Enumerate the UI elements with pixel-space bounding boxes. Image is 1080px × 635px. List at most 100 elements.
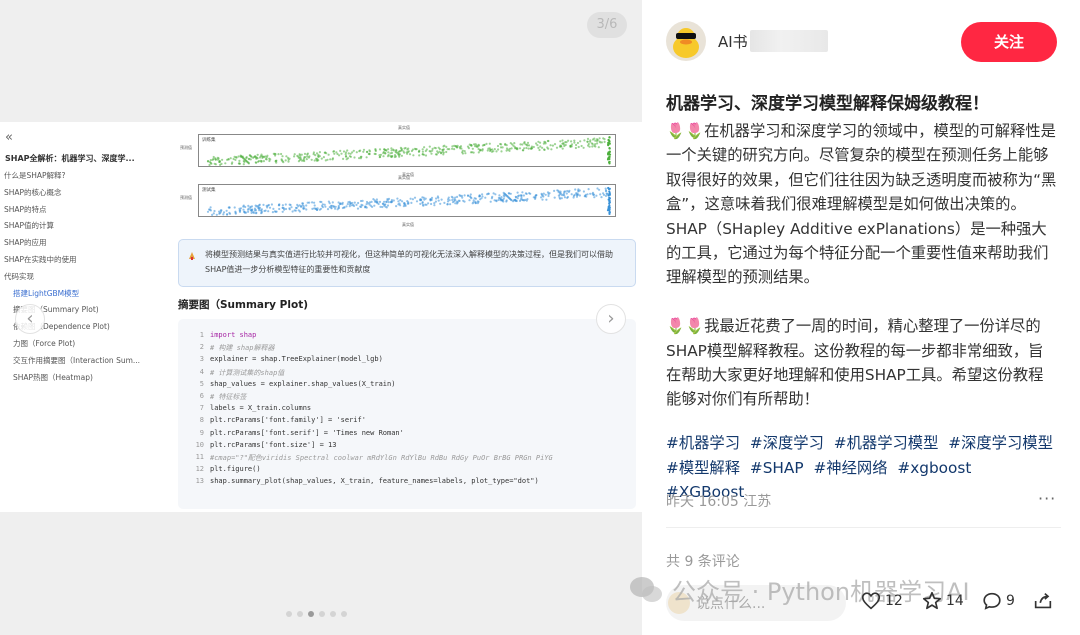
scatter-point [208,208,211,211]
scatter-point [593,196,596,199]
scatter-point [550,148,553,151]
scatter-point [516,148,519,151]
toc-item[interactable]: SHAP热图（Heatmap) [4,372,154,389]
code-line: 10 plt.rcParams['font.size'] = 13 [192,441,636,453]
comment-button[interactable]: 9 [981,590,1015,612]
scatter-point [435,153,438,156]
author-name[interactable]: AI书 [718,31,748,52]
scatter-point [293,155,296,158]
more-options-icon[interactable]: ··· [1038,489,1056,508]
code-text: labels = X_train.columns [210,404,312,413]
code-text: plt.figure() [210,465,261,474]
plot-title: 真实值 [398,125,410,130]
scatter-point [305,208,308,211]
toc-item[interactable]: 什么是SHAP解释? [4,170,154,187]
scatter-point [211,158,214,161]
scatter-point [557,194,560,197]
scatter-point [397,203,400,206]
toc-item[interactable]: SHAP的特点 [4,204,154,221]
pagination-dot[interactable] [308,611,314,617]
scatter-point [433,202,436,205]
hashtag-link[interactable]: #深度学习模型 [948,434,1053,452]
toc-item[interactable]: SHAP的应用 [4,237,154,254]
scatter-point [582,190,585,193]
scatter-point [321,203,324,206]
plot-ylabel: 预测值 [180,195,192,200]
scatter-point [285,155,288,158]
scatter-point [256,153,259,156]
hashtag-link[interactable]: #神经网络 [813,459,887,477]
scatter-point [521,199,525,202]
scatter-point [562,143,565,146]
scatter-point [288,157,291,160]
scatter-point [481,193,484,196]
scatter-point [471,202,474,205]
scatter-point [430,202,433,206]
scatter-point [415,200,419,203]
heart-icon [861,592,881,610]
scatter-point [545,198,548,201]
scatter-point [382,155,385,158]
next-image-button[interactable]: › [596,304,626,334]
author-avatar[interactable] [666,21,706,61]
scatter-point [358,150,361,153]
collect-button[interactable]: 14 [921,590,964,612]
scatter-point [454,145,457,148]
pagination-dot[interactable] [319,611,325,617]
scatter-point [485,142,488,145]
toc-item[interactable]: 代码实现 [4,271,154,288]
scatter-point [366,150,369,153]
toc-item[interactable]: SHAP的核心概念 [4,187,154,204]
scatter-point [222,213,225,216]
toc-item[interactable]: 搭建LightGBM模型 [4,288,154,305]
scatter-point [312,151,315,154]
toc-item[interactable]: 力图（Force Plot) [4,338,154,355]
hashtag-link[interactable]: #机器学习 [666,434,740,452]
scatter-point [421,148,424,151]
scatter-point [221,158,224,161]
hashtag-link[interactable]: #SHAP [750,459,804,477]
pagination-dot[interactable] [330,611,336,617]
scatter-point [418,150,421,153]
scatter-point [484,196,487,199]
pagination-dot[interactable] [341,611,347,617]
scatter-point [333,205,336,208]
scatter-point [559,190,562,193]
code-text: plt.rcParams['font.size'] = 13 [210,440,337,449]
scatter-point [607,194,610,197]
scatter-point [345,205,348,208]
pagination-dot[interactable] [297,611,303,617]
image-viewer[interactable]: 3/6 « SHAP全解析：机器学习、深度学... 什么是SHAP解释? SHAP… [0,0,642,635]
hashtag-link[interactable]: #深度学习 [750,434,824,452]
scatter-point [607,151,610,154]
scatter-point [297,160,300,163]
toc-item[interactable]: SHAP在实践中的使用 [4,254,154,271]
scatter-point [469,196,472,199]
like-button[interactable]: 12 [860,590,903,612]
scatter-point [206,210,210,213]
toc-item[interactable]: 交互作用摘要图（Interaction Sum... [4,355,154,372]
pagination-dot[interactable] [286,611,292,617]
toc-item[interactable]: SHAP值的计算 [4,220,154,237]
image-pagination[interactable] [286,611,347,617]
scatter-point [434,200,437,203]
scatter-point [348,155,351,158]
star-icon [922,591,942,610]
scatter-point [446,148,449,151]
scatter-point [281,160,284,163]
scatter-point [570,193,573,196]
scatter-point [234,158,237,161]
scatter-point [544,193,547,196]
scatter-point [378,148,382,151]
hashtag-link[interactable]: #模型解释 [666,459,740,477]
scatter-point [472,199,475,202]
scatter-point [255,212,258,215]
hashtag-link[interactable]: #xgboost [897,459,971,477]
scatter-point [403,147,406,150]
hashtag-link[interactable]: #机器学习模型 [834,434,939,452]
prev-image-button[interactable]: ‹ [15,304,45,334]
scatter-point [244,205,247,209]
scatter-point [412,154,415,157]
share-button[interactable] [1032,590,1054,612]
follow-button[interactable]: 关注 [961,22,1057,62]
